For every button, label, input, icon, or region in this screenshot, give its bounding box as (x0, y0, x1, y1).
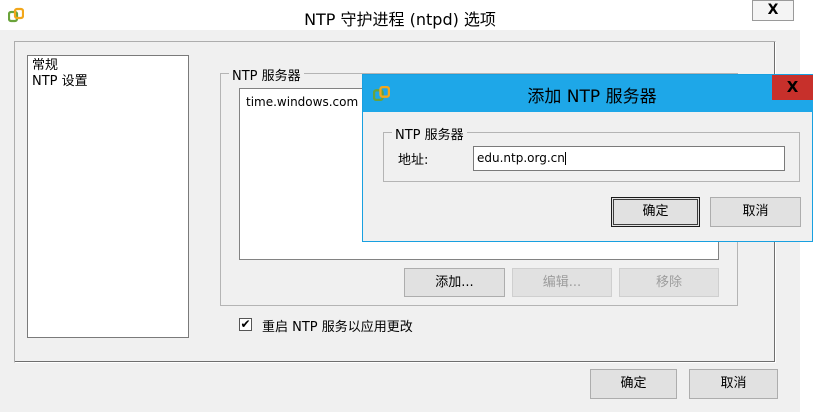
ok-button[interactable]: 确定 (590, 369, 677, 399)
dialog-server-group-label: NTP 服务器 (392, 124, 467, 143)
nav-item-general[interactable]: 常规 (32, 58, 58, 73)
list-item[interactable]: time.windows.com (246, 95, 358, 109)
dialog-title: 添加 NTP 服务器 (527, 87, 657, 107)
nav-list: 常规 NTP 设置 (27, 55, 189, 338)
dialog-close-button[interactable]: X (772, 75, 813, 100)
close-button[interactable]: X (752, 0, 794, 21)
add-button[interactable]: 添加... (404, 268, 505, 297)
window-title: NTP 守护进程 (ntpd) 选项 (304, 10, 496, 29)
dialog-ok-button[interactable]: 确定 (611, 197, 700, 227)
nav-item-ntp-settings[interactable]: NTP 设置 (32, 74, 88, 89)
cancel-button[interactable]: 取消 (689, 369, 778, 399)
address-value: edu.ntp.org.cn (477, 151, 565, 165)
restart-service-label: 重启 NTP 服务以应用更改 (262, 320, 413, 335)
remove-button[interactable]: 移除 (619, 268, 719, 297)
ntp-server-group-label: NTP 服务器 (229, 65, 304, 84)
dialog-cancel-button[interactable]: 取消 (710, 197, 801, 227)
edit-button[interactable]: 编辑... (512, 268, 612, 297)
address-input[interactable]: edu.ntp.org.cn (473, 146, 785, 171)
text-caret (564, 152, 566, 165)
address-label: 地址: (398, 153, 429, 168)
restart-service-checkbox[interactable]: ✔ (239, 318, 252, 331)
